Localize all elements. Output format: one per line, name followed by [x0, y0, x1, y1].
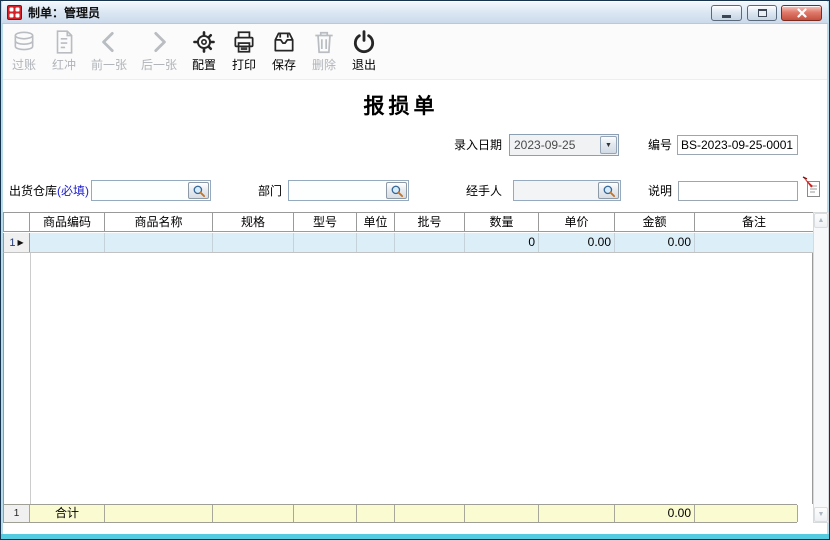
- note-label: 说明: [648, 180, 672, 202]
- warehouse-input[interactable]: [91, 180, 211, 201]
- cell-remark[interactable]: [695, 233, 814, 252]
- total-cell: [105, 505, 213, 522]
- cell-batch[interactable]: [395, 233, 465, 252]
- total-cell: [539, 505, 615, 522]
- department-input[interactable]: [288, 180, 409, 201]
- cell-amount[interactable]: 0.00: [615, 233, 695, 252]
- department-lookup-button[interactable]: [386, 182, 407, 199]
- column-header: 备注: [695, 213, 814, 231]
- cell-model[interactable]: [294, 233, 357, 252]
- entry-date-label: 录入日期: [454, 134, 502, 156]
- magnifier-icon: [192, 184, 206, 198]
- maximize-button[interactable]: [747, 5, 777, 21]
- minimize-button[interactable]: [711, 5, 742, 21]
- total-row-number: 1: [4, 505, 30, 522]
- close-icon: [797, 8, 807, 18]
- total-amount: 0.00: [615, 505, 695, 522]
- table-row: 1 ▶ 0 0.00 0.00: [3, 233, 813, 253]
- entry-date-value: 2023-09-25: [510, 138, 600, 152]
- magnifier-icon: [602, 184, 616, 198]
- edit-note-icon[interactable]: [802, 176, 822, 199]
- total-label: 合计: [30, 505, 105, 522]
- doc-number-label: 编号: [648, 134, 672, 156]
- total-cell: [695, 505, 798, 522]
- current-row-arrow-icon: ▶: [17, 238, 23, 247]
- cell-product-name[interactable]: [105, 233, 213, 252]
- maximize-icon: [758, 9, 767, 17]
- total-cell: [395, 505, 465, 522]
- column-header: 单价: [539, 213, 615, 231]
- required-hint: (必填): [57, 184, 89, 198]
- cell-spec[interactable]: [213, 233, 294, 252]
- app-window: 制单：管理员 过账 红冲 前一张: [0, 0, 830, 540]
- row-selector-corner: [4, 213, 30, 231]
- chevron-down-icon: ▼: [605, 142, 612, 149]
- row-number: 1: [9, 237, 15, 249]
- window-title: 制单：管理员: [28, 4, 100, 21]
- column-header: 批号: [395, 213, 465, 231]
- magnifier-icon: [390, 184, 404, 198]
- cell-unit-price[interactable]: 0.00: [539, 233, 615, 252]
- row-header-column-line: [30, 253, 31, 504]
- department-label: 部门: [258, 180, 282, 202]
- column-header: 数量: [465, 213, 539, 231]
- handler-lookup-button[interactable]: [598, 182, 619, 199]
- row-header[interactable]: 1 ▶: [4, 233, 30, 252]
- app-icon: [7, 5, 22, 20]
- form-area: 报损单 录入日期 2023-09-25 ▼ 编号 出货仓库(必填) 部门: [3, 24, 827, 533]
- doc-number-input[interactable]: [677, 135, 798, 155]
- grid-header: 商品编码 商品名称 规格 型号 单位 批号 数量 单价 金额 备注: [3, 212, 813, 232]
- dropdown-button[interactable]: ▼: [600, 136, 617, 154]
- document-title: 报损单: [3, 90, 799, 120]
- total-row: 1 合计 0.00: [3, 504, 797, 523]
- column-header: 单位: [357, 213, 395, 231]
- column-header: 规格: [213, 213, 294, 231]
- total-cell: [357, 505, 395, 522]
- entry-date-combobox[interactable]: 2023-09-25 ▼: [509, 134, 619, 156]
- scroll-down-button[interactable]: ▼: [814, 507, 828, 522]
- handler-input[interactable]: [513, 180, 621, 201]
- column-header: 金额: [615, 213, 695, 231]
- cell-unit[interactable]: [357, 233, 395, 252]
- note-input[interactable]: [678, 181, 798, 201]
- total-cell: [213, 505, 294, 522]
- warehouse-label: 出货仓库(必填): [9, 180, 89, 202]
- column-header: 型号: [294, 213, 357, 231]
- column-header: 商品编码: [30, 213, 105, 231]
- column-header: 商品名称: [105, 213, 213, 231]
- triangle-down-icon: ▼: [818, 511, 825, 518]
- vertical-scrollbar[interactable]: ▲ ▼: [813, 212, 829, 523]
- total-cell: [294, 505, 357, 522]
- triangle-up-icon: ▲: [818, 217, 825, 224]
- cell-quantity[interactable]: 0: [465, 233, 539, 252]
- warehouse-lookup-button[interactable]: [188, 182, 209, 199]
- grid-body: [3, 253, 813, 504]
- scroll-up-button[interactable]: ▲: [814, 213, 828, 228]
- total-cell: [465, 505, 539, 522]
- handler-label: 经手人: [466, 180, 502, 202]
- minimize-icon: [722, 15, 731, 18]
- cell-product-code[interactable]: [30, 233, 105, 252]
- close-button[interactable]: [781, 5, 822, 21]
- titlebar: 制单：管理员: [2, 2, 828, 24]
